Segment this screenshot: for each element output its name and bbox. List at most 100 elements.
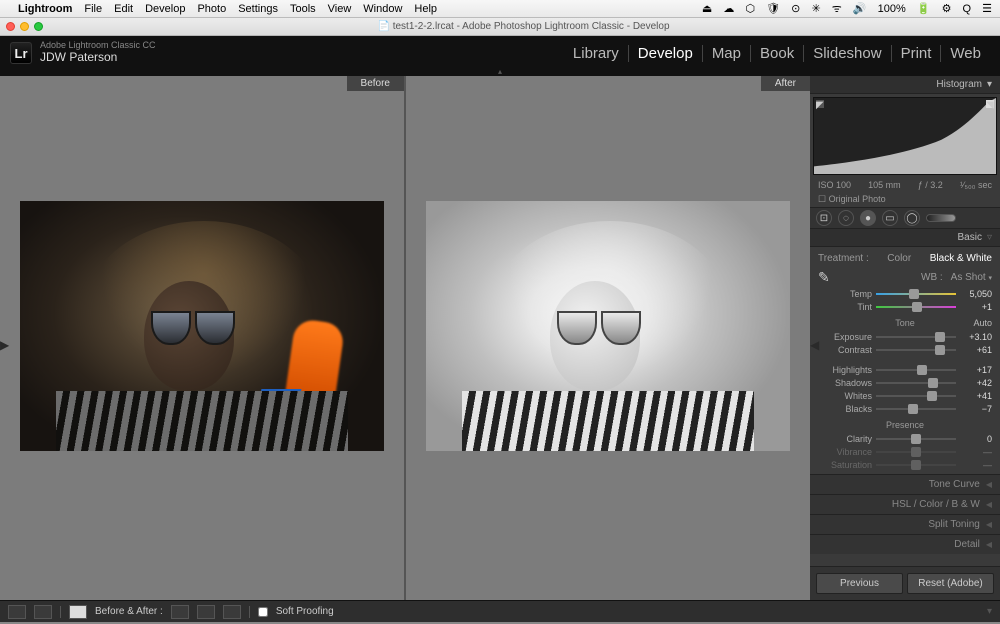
contrast-value[interactable]: +61 [960, 345, 992, 355]
status-icon[interactable]: 🛡 [766, 3, 780, 15]
compare-lr-button[interactable] [34, 605, 52, 619]
bluetooth-icon[interactable]: ✳ [811, 3, 820, 15]
module-library[interactable]: Library [564, 45, 629, 62]
filmstrip-toggle[interactable]: ▾ [987, 606, 992, 617]
wifi-icon[interactable]: ᯤ [832, 3, 842, 15]
crop-tool-icon[interactable]: ⊡ [816, 210, 832, 226]
shadows-value[interactable]: +42 [960, 378, 992, 388]
whites-value[interactable]: +41 [960, 391, 992, 401]
menu-develop[interactable]: Develop [145, 3, 185, 15]
status-icon[interactable]: ⊙ [791, 3, 800, 15]
graduated-tool-icon[interactable]: ▭ [882, 210, 898, 226]
clarity-label: Clarity [818, 434, 872, 444]
spotlight-icon[interactable]: Q [963, 3, 972, 15]
saturation-value: — [960, 460, 992, 470]
status-icon[interactable]: ☁ [723, 3, 734, 15]
volume-icon[interactable]: 🔊 [853, 3, 867, 15]
clarity-value[interactable]: 0 [960, 434, 992, 444]
highlights-slider[interactable] [876, 365, 956, 375]
after-label: After [761, 76, 810, 91]
menu-tools[interactable]: Tools [290, 3, 316, 15]
app-menu[interactable]: Lightroom [18, 3, 72, 15]
treatment-color[interactable]: Color [887, 253, 911, 264]
tint-slider[interactable] [876, 302, 956, 312]
module-slideshow[interactable]: Slideshow [804, 45, 891, 62]
copy-before-button[interactable] [197, 605, 215, 619]
prefs-icon[interactable]: ⚙ [942, 3, 952, 15]
module-map[interactable]: Map [703, 45, 751, 62]
window-minimize-button[interactable] [20, 22, 29, 31]
window-zoom-button[interactable] [34, 22, 43, 31]
status-icon[interactable]: ⬡ [745, 3, 755, 15]
shadow-clip-icon[interactable]: ◤ [816, 100, 824, 108]
status-icon[interactable]: ⏏ [702, 3, 712, 15]
auto-tone-button[interactable]: Auto [973, 318, 992, 328]
tone-curve-header[interactable]: Tone Curve◀ [810, 474, 1000, 494]
bottom-toolbar: Before & After : Soft Proofing ▾ [0, 600, 1000, 622]
radial-tool-icon[interactable]: ◯ [904, 210, 920, 226]
spot-tool-icon[interactable]: ◌ [838, 210, 854, 226]
previous-button[interactable]: Previous [816, 573, 903, 594]
menu-settings[interactable]: Settings [238, 3, 278, 15]
identity-plate: Adobe Lightroom Classic CC JDW Paterson [40, 41, 156, 64]
basic-header[interactable]: Basic▿ [810, 229, 1000, 247]
after-photo[interactable] [426, 201, 790, 451]
before-after-label: Before & After : [95, 606, 163, 617]
soft-proofing-checkbox[interactable] [258, 607, 268, 617]
shadows-slider[interactable] [876, 378, 956, 388]
wb-eyedropper-icon[interactable]: ✎ [818, 269, 830, 286]
swap-button[interactable] [171, 605, 189, 619]
contrast-slider[interactable] [876, 345, 956, 355]
hsl-header[interactable]: HSL / Color / B & W◀ [810, 494, 1000, 514]
battery-percent[interactable]: 100% [878, 3, 906, 15]
macos-menubar: Lightroom File Edit Develop Photo Settin… [0, 0, 1000, 18]
window-titlebar: 📄 test1-2-2.lrcat - Adobe Photoshop Ligh… [0, 18, 1000, 36]
compare-yy-button[interactable] [69, 605, 87, 619]
treatment-bw[interactable]: Black & White [930, 253, 992, 264]
original-photo-checkbox[interactable]: ☐ Original Photo [810, 192, 1000, 207]
temp-value[interactable]: 5,050 [960, 289, 992, 299]
histogram-header[interactable]: Histogram▾ [810, 76, 1000, 94]
detail-header[interactable]: Detail◀ [810, 534, 1000, 554]
module-web[interactable]: Web [941, 45, 990, 62]
menu-photo[interactable]: Photo [197, 3, 226, 15]
blacks-value[interactable]: −7 [960, 404, 992, 414]
whites-slider[interactable] [876, 391, 956, 401]
menu-help[interactable]: Help [414, 3, 437, 15]
treatment-label: Treatment : [818, 253, 869, 264]
brush-tool-icon[interactable] [926, 214, 956, 222]
soft-proofing-label: Soft Proofing [276, 606, 334, 617]
redeye-tool-icon[interactable]: ● [860, 210, 876, 226]
module-book[interactable]: Book [751, 45, 804, 62]
reset-button[interactable]: Reset (Adobe) [907, 573, 994, 594]
histogram[interactable]: ◤ ◥ [813, 97, 997, 175]
blacks-slider[interactable] [876, 404, 956, 414]
module-print[interactable]: Print [892, 45, 942, 62]
clarity-slider[interactable] [876, 434, 956, 444]
loupe-view-button[interactable] [8, 605, 26, 619]
presence-heading: Presence [818, 420, 992, 430]
notification-center-icon[interactable]: ☰ [982, 3, 992, 15]
before-photo[interactable] [20, 201, 384, 451]
tint-value[interactable]: +1 [960, 302, 992, 312]
battery-icon[interactable]: 🔋 [917, 3, 931, 15]
highlights-value[interactable]: +17 [960, 365, 992, 375]
copy-after-button[interactable] [223, 605, 241, 619]
menu-file[interactable]: File [84, 3, 102, 15]
temp-slider[interactable] [876, 289, 956, 299]
split-toning-header[interactable]: Split Toning◀ [810, 514, 1000, 534]
menu-edit[interactable]: Edit [114, 3, 133, 15]
local-tools-strip: ⊡ ◌ ● ▭ ◯ [810, 207, 1000, 229]
compare-canvas: ▶ Before After ◀ [0, 76, 810, 600]
tone-heading: Tone [895, 318, 915, 328]
right-panel-toggle[interactable]: ◀ [810, 338, 818, 352]
highlight-clip-icon[interactable]: ◥ [986, 100, 994, 108]
temp-label: Temp [818, 289, 872, 299]
window-close-button[interactable] [6, 22, 15, 31]
module-develop[interactable]: Develop [629, 45, 703, 62]
menu-view[interactable]: View [328, 3, 352, 15]
exposure-slider[interactable] [876, 332, 956, 342]
exposure-value[interactable]: +3.10 [960, 332, 992, 342]
wb-dropdown[interactable]: As Shot ▾ [951, 272, 992, 283]
menu-window[interactable]: Window [363, 3, 402, 15]
